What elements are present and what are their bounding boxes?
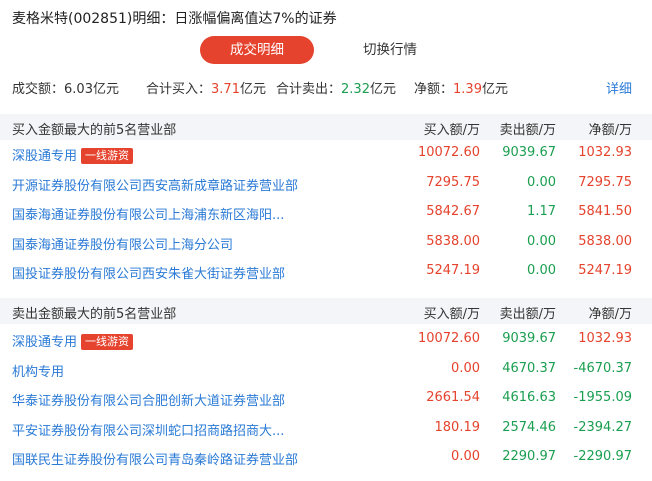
- sell-amount: 4670.37: [502, 360, 556, 376]
- detail-link[interactable]: 详细: [606, 78, 632, 97]
- table-row[interactable]: 国联民生证券股份有限公司青岛秦岭路证券营业部 0.00 2290.97 -2290.9…: [0, 442, 652, 472]
- broker-name: 国联民生证券股份有限公司青岛秦岭路证券营业部: [12, 453, 299, 468]
- total-buy-unit: 亿元: [239, 82, 266, 97]
- table-row[interactable]: 开源证券股份有限公司西安高新成章路证券营业部 7295.75 0.00 7295.75: [0, 168, 652, 198]
- net-amount: 5841.50: [578, 204, 632, 219]
- total-buy-value: 3.71: [211, 82, 240, 97]
- table-row[interactable]: 国泰海通证券股份有限公司上海分公司 5838.00 0.00 5838.00: [0, 227, 652, 257]
- buy-amount: 10072.60: [417, 331, 480, 346]
- tab-switch-quote[interactable]: 切换行情: [340, 36, 440, 64]
- total-buy-summary: 合计买入：3.71亿元: [146, 78, 266, 97]
- net-amount: 5838.00: [578, 233, 632, 249]
- col-header-sell: 卖出额/万: [499, 307, 556, 322]
- broker-name: 深股通专用: [12, 335, 78, 350]
- buy-section-header: 买入金额最大的前5名营业部 买入额/万 卖出额/万 净额/万: [0, 114, 652, 140]
- col-header-buy: 买入额/万: [423, 123, 480, 138]
- broker-name-link[interactable]: 机构专用: [12, 361, 64, 380]
- net-amount: 1032.93: [578, 331, 632, 346]
- sell-amount: 0.00: [527, 174, 556, 190]
- hot-money-badge: 一线游资: [81, 334, 134, 350]
- sell-amount: 0.00: [527, 233, 556, 249]
- broker-name-link[interactable]: 国泰海通证券股份有限公司上海分公司: [12, 234, 233, 253]
- net-amount: 1032.93: [578, 145, 632, 160]
- net-label: 净额：: [414, 82, 454, 97]
- col-header-net: 净额/万: [588, 307, 632, 322]
- broker-name-link[interactable]: 平安证券股份有限公司深圳蛇口招商路招商大...: [12, 420, 284, 439]
- tab-bar: 成交明细 切换行情: [0, 36, 652, 64]
- broker-name: 深股通专用: [12, 149, 78, 164]
- broker-name-link[interactable]: 国泰海通证券股份有限公司上海浦东新区海阳...: [12, 204, 284, 223]
- broker-name: 国投证券股份有限公司西安朱雀大街证券营业部: [12, 267, 286, 282]
- total-sell-label: 合计卖出：: [276, 82, 342, 97]
- turnover-label: 成交额：: [12, 82, 65, 97]
- sell-amount: 4616.63: [502, 390, 556, 405]
- net-summary: 净额：1.39亿元: [414, 78, 508, 97]
- col-header-sell: 卖出额/万: [499, 123, 556, 138]
- broker-name-link[interactable]: 开源证券股份有限公司西安高新成章路证券营业部: [12, 175, 298, 194]
- broker-name: 机构专用: [12, 364, 65, 380]
- broker-name-link[interactable]: 深股通专用 一线游资: [12, 331, 134, 350]
- turnover-summary: 成交额：6.03亿元: [12, 78, 119, 97]
- net-unit: 亿元: [481, 82, 508, 97]
- broker-name: 国泰海通证券股份有限公司上海浦东新区海阳...: [12, 208, 285, 223]
- broker-name: 国泰海通证券股份有限公司上海分公司: [12, 237, 234, 253]
- buy-amount: 180.19: [434, 419, 481, 435]
- broker-name-link[interactable]: 深股通专用 一线游资: [12, 145, 134, 164]
- total-sell-summary: 合计卖出：2.32亿元: [276, 78, 396, 97]
- broker-name: 平安证券股份有限公司深圳蛇口招商路招商大...: [12, 423, 285, 439]
- buy-amount: 2661.54: [426, 390, 480, 405]
- buy-amount: 5838.00: [426, 233, 480, 249]
- sell-amount: 2574.46: [502, 419, 556, 435]
- total-buy-label: 合计买入：: [146, 82, 212, 97]
- net-amount: -4670.37: [573, 360, 632, 376]
- table-row[interactable]: 国泰海通证券股份有限公司上海浦东新区海阳... 5842.67 1.17 5841.5…: [0, 197, 652, 227]
- table-row[interactable]: 华泰证券股份有限公司合肥创新大道证券营业部 2661.54 4616.63 -1955…: [0, 383, 652, 413]
- net-amount: 5247.19: [578, 263, 632, 278]
- broker-name-link[interactable]: 国投证券股份有限公司西安朱雀大街证券营业部: [12, 263, 285, 282]
- col-header-net: 净额/万: [588, 123, 632, 138]
- net-value: 1.39: [453, 82, 482, 97]
- col-header-buy: 买入额/万: [423, 307, 480, 322]
- net-amount: -2394.27: [573, 419, 632, 435]
- sell-section-title: 卖出金额最大的前5名营业部: [12, 307, 177, 322]
- turnover-value: 6.03亿元: [64, 82, 119, 97]
- table-row[interactable]: 深股通专用 一线游资 10072.60 9039.67 1032.93: [0, 138, 652, 168]
- buy-amount: 0.00: [451, 360, 480, 376]
- table-row[interactable]: 机构专用 0.00 4670.37 -4670.37: [0, 354, 652, 384]
- sell-amount: 2290.97: [502, 449, 556, 464]
- total-sell-unit: 亿元: [369, 82, 396, 97]
- sell-amount: 0.00: [527, 263, 556, 278]
- sell-amount: 9039.67: [502, 331, 556, 346]
- total-sell-value: 2.32: [341, 82, 370, 97]
- buy-amount: 0.00: [451, 449, 480, 464]
- sell-amount: 9039.67: [502, 145, 556, 160]
- buy-amount: 5842.67: [426, 204, 480, 219]
- buy-amount: 5247.19: [426, 263, 480, 278]
- net-amount: -1955.09: [573, 390, 632, 405]
- hot-money-badge: 一线游资: [81, 148, 134, 164]
- sell-amount: 1.17: [527, 204, 556, 219]
- tab-trade-detail[interactable]: 成交明细: [200, 36, 314, 64]
- table-row[interactable]: 深股通专用 一线游资 10072.60 9039.67 1032.93: [0, 324, 652, 354]
- buy-amount: 7295.75: [426, 174, 480, 190]
- buy-section-title: 买入金额最大的前5名营业部: [12, 123, 177, 138]
- table-row[interactable]: 平安证券股份有限公司深圳蛇口招商路招商大... 180.19 2574.46 -239…: [0, 413, 652, 443]
- page-title: 麦格米特(002851)明细：日涨幅偏离值达7%的证券: [12, 11, 337, 27]
- buy-amount: 10072.60: [417, 145, 480, 160]
- net-amount: -2290.97: [573, 449, 632, 464]
- broker-name: 华泰证券股份有限公司合肥创新大道证券营业部: [12, 394, 286, 409]
- table-row[interactable]: 国投证券股份有限公司西安朱雀大街证券营业部 5247.19 0.00 5247.19: [0, 256, 652, 286]
- net-amount: 7295.75: [578, 174, 632, 190]
- sell-section-header: 卖出金额最大的前5名营业部 买入额/万 卖出额/万 净额/万: [0, 298, 652, 324]
- broker-name-link[interactable]: 国联民生证券股份有限公司青岛秦岭路证券营业部: [12, 449, 298, 468]
- summary-bar: 成交额：6.03亿元 合计买入：3.71亿元 合计卖出：2.32亿元 净额：1.…: [12, 78, 640, 98]
- broker-name-link[interactable]: 华泰证券股份有限公司合肥创新大道证券营业部: [12, 390, 285, 409]
- broker-name: 开源证券股份有限公司西安高新成章路证券营业部: [12, 178, 299, 194]
